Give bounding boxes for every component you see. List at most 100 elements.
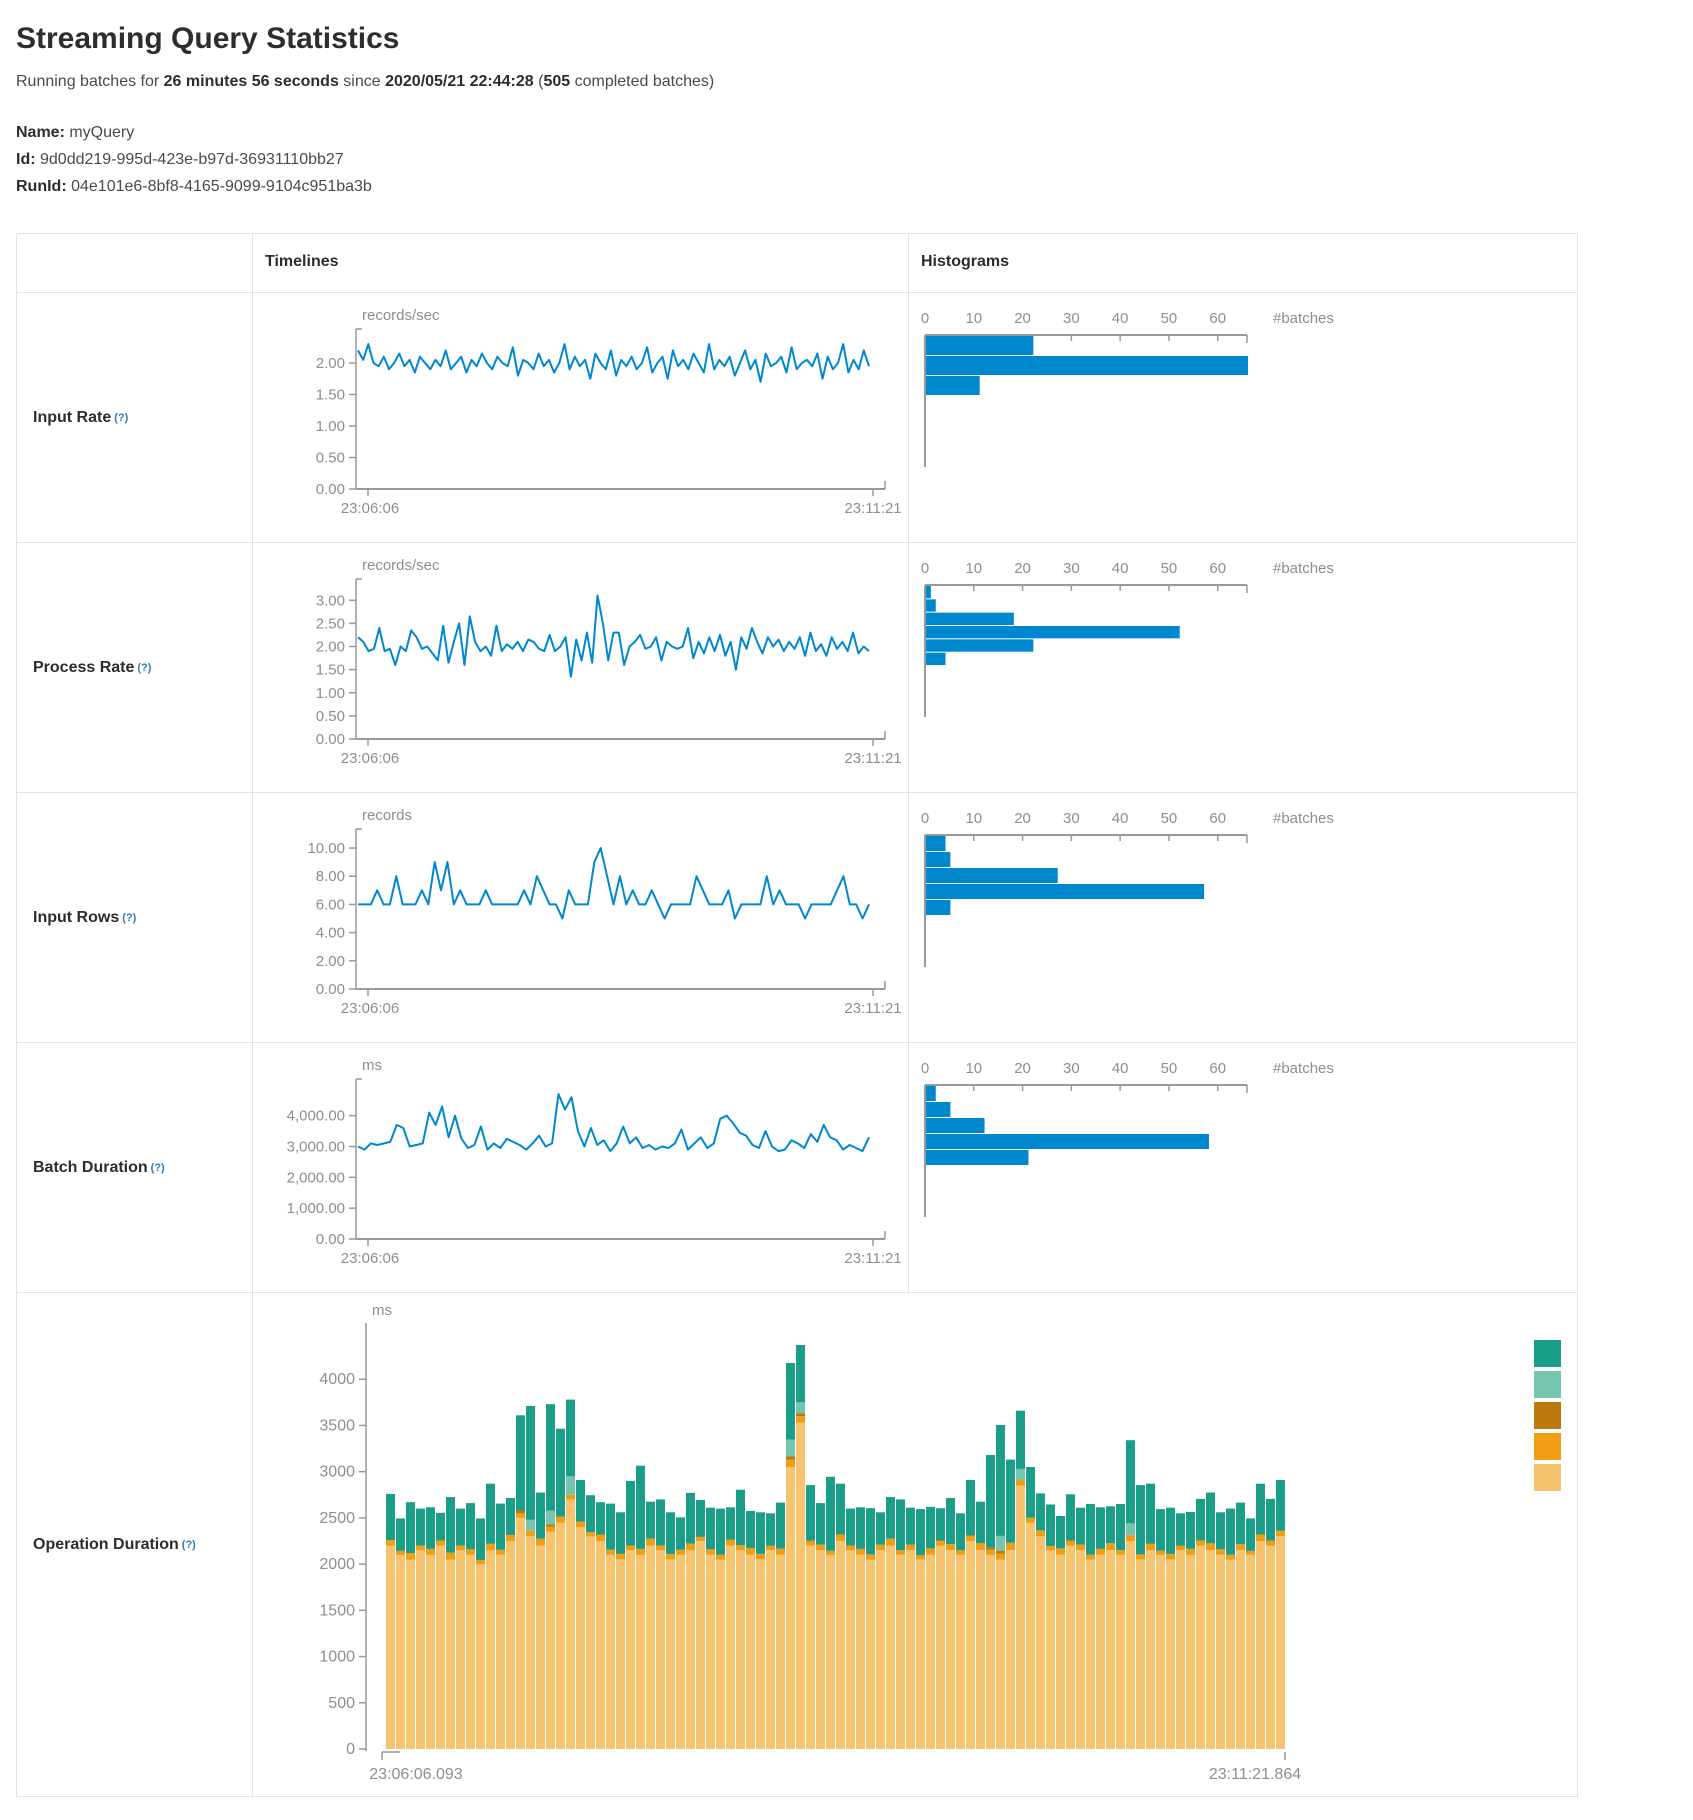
help-tooltip-input-rate[interactable]: (?) (114, 412, 128, 424)
stacked-bar-segment (656, 1499, 665, 1545)
stacked-bar-segment (796, 1413, 805, 1416)
stacked-bar-segment (1226, 1555, 1235, 1560)
help-tooltip-process-rate[interactable]: (?) (137, 662, 151, 674)
help-tooltip-batch-duration[interactable]: (?) (151, 1162, 165, 1174)
stacked-bar-segment (516, 1511, 525, 1514)
stacked-bar-segment (416, 1509, 425, 1546)
stacked-bar-segment (1236, 1550, 1245, 1749)
stacked-bar-segment (836, 1541, 845, 1749)
stacked-bar-segment (816, 1503, 825, 1545)
start-time: 2020/05/21 22:44:28 (385, 73, 534, 90)
tick-label: 20 (1014, 1060, 1031, 1077)
stacked-bar-segment (786, 1363, 795, 1440)
stacked-bar-segment (986, 1548, 995, 1550)
stacked-bar-segment (1196, 1546, 1205, 1749)
tick-label: 0.50 (316, 708, 345, 725)
stacked-bar-segment (1136, 1485, 1145, 1554)
help-tooltip-input-rows[interactable]: (?) (122, 912, 136, 924)
stacked-bar-segment (486, 1550, 495, 1749)
stacked-bar-segment (546, 1404, 555, 1510)
tick-label: 23:06:06 (341, 1250, 399, 1267)
tick-label: 10 (965, 1060, 982, 1077)
stacked-bar-segment (776, 1555, 785, 1749)
row-label-text: Batch Duration (33, 1159, 148, 1177)
tick-label: 500 (328, 1695, 355, 1712)
stacked-bar-segment (756, 1512, 765, 1554)
stacked-bar-segment (1056, 1548, 1065, 1555)
stacked-bar-segment (766, 1546, 775, 1551)
stacked-bar-segment (856, 1507, 865, 1549)
stacked-bar-segment (716, 1555, 725, 1560)
stacked-bar-segment (466, 1555, 475, 1749)
page: Streaming Query Statistics Running batch… (0, 0, 1693, 1797)
tick-label: 2.50 (316, 615, 345, 632)
input-rows-timeline-cell: records0.002.004.006.008.0010.0023:06:06… (253, 793, 909, 1043)
stacked-bar-segment (826, 1551, 835, 1555)
stacked-bar-segment (746, 1511, 755, 1548)
stacked-bar-segment (1276, 1536, 1285, 1749)
stacked-bar-segment (1076, 1508, 1085, 1545)
tick-label: 50 (1161, 1060, 1178, 1077)
stacked-bar-segment (616, 1512, 625, 1554)
histogram-bar (926, 1102, 950, 1117)
stacked-bar-segment (1236, 1503, 1245, 1545)
stacked-bar-segment (976, 1543, 985, 1550)
stacked-bar-segment (1086, 1555, 1095, 1560)
stacked-bar-segment (1066, 1494, 1075, 1540)
stacked-bar-segment (716, 1560, 725, 1750)
legend-swatch (1534, 1402, 1561, 1429)
tick-label: 0 (921, 1060, 929, 1077)
tick-label: 40 (1112, 810, 1129, 827)
statistics-table: Timelines Histograms Input Rate(?) recor… (16, 233, 1578, 1797)
tick-label: 1500 (319, 1602, 355, 1619)
stacked-bar-segment (1186, 1512, 1195, 1549)
tick-label: 10 (965, 310, 982, 327)
stacked-bar-segment (786, 1456, 795, 1459)
tick-label: 23:11:21 (844, 1250, 901, 1267)
batches-label: #batches (1273, 560, 1334, 577)
stacked-bar-segment (646, 1546, 655, 1749)
stacked-bar-segment (916, 1509, 925, 1555)
stacked-bar-segment (946, 1544, 955, 1550)
stacked-bar-segment (626, 1481, 635, 1546)
tick-label: 1.50 (316, 662, 345, 679)
query-runid-row: RunId: 04e101e6-8bf8-4165-9099-9104c951b… (16, 173, 1677, 200)
stacked-bar-segment (586, 1532, 595, 1536)
legend-swatch (1534, 1433, 1561, 1460)
operation-duration-chart-cell: ms0500100015002000250030003500400023:06:… (253, 1293, 1577, 1796)
stacked-bar-segment (566, 1499, 575, 1749)
stacked-bar-segment (1046, 1550, 1055, 1749)
stacked-bar-segment (1036, 1493, 1045, 1530)
stacked-bar-segment (1046, 1546, 1055, 1550)
stacked-bar-segment (1256, 1541, 1265, 1749)
tick-label: 2500 (319, 1510, 355, 1527)
stacked-bar-segment (1136, 1554, 1145, 1559)
row-label-batch-duration: Batch Duration(?) (17, 1043, 253, 1293)
stacked-bar-segment (996, 1554, 1005, 1560)
stacked-bar-segment (1076, 1550, 1085, 1749)
stacked-bar-segment (756, 1554, 765, 1560)
tick-label: 10 (965, 810, 982, 827)
stacked-bar-segment (986, 1555, 995, 1749)
stacked-bar-segment (706, 1555, 715, 1749)
help-tooltip-operation-duration[interactable]: (?) (182, 1539, 196, 1551)
stacked-bar-segment (796, 1423, 805, 1749)
tick-label: 20 (1014, 310, 1031, 327)
summary-prefix: Running batches for (16, 73, 164, 90)
stacked-bar-segment (636, 1555, 645, 1749)
stacked-bar-segment (426, 1555, 435, 1749)
stacked-bar-segment (966, 1480, 975, 1536)
stacked-bar-segment (776, 1503, 785, 1549)
stacked-bar-segment (966, 1536, 975, 1542)
stacked-bar-segment (1216, 1555, 1225, 1749)
stacked-bar-segment (1096, 1507, 1105, 1549)
operation-duration-stacked-chart: ms0500100015002000250030003500400023:06:… (253, 1293, 1577, 1796)
row-label-input-rows: Input Rows(?) (17, 793, 253, 1043)
stacked-bar-segment (586, 1495, 595, 1532)
stacked-bar-segment (526, 1536, 535, 1749)
stacked-bar-segment (1146, 1544, 1155, 1551)
stacked-bar-segment (676, 1517, 685, 1549)
row-label-input-rate: Input Rate(?) (17, 293, 253, 543)
stacked-bar-segment (866, 1554, 875, 1559)
stacked-bar-segment (696, 1500, 705, 1537)
